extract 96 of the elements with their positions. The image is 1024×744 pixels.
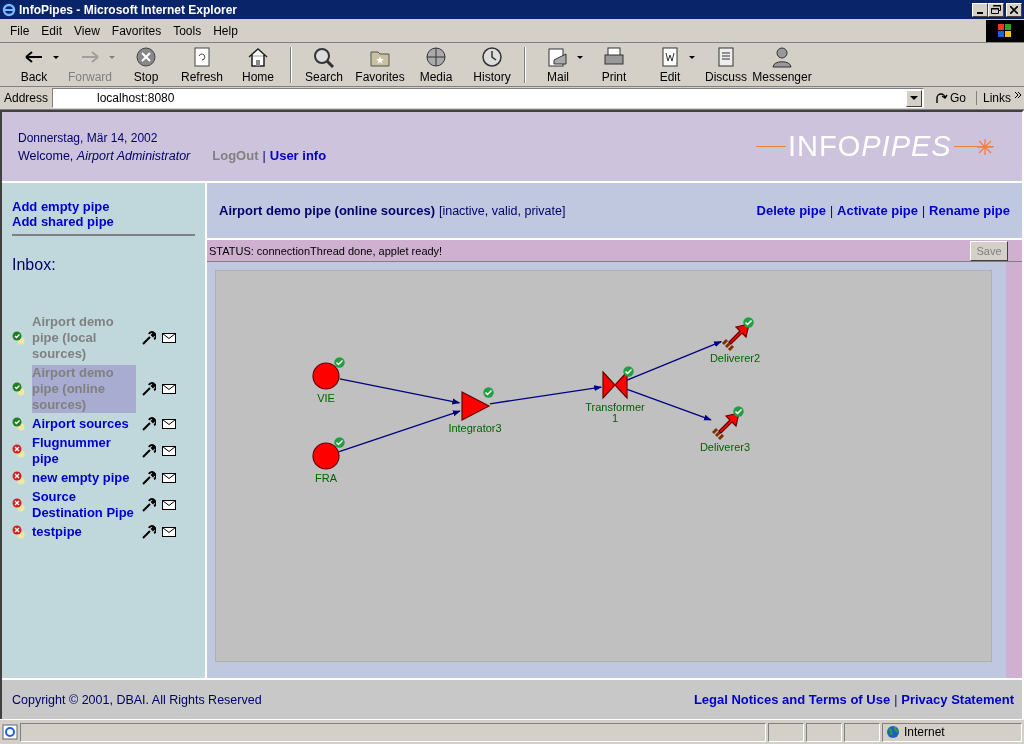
menu-item[interactable]: Favorites: [105, 23, 168, 38]
node-label: VIE: [316, 393, 336, 404]
status-pane: [806, 722, 842, 742]
dropdown-button[interactable]: [905, 89, 922, 107]
pipe-action-link[interactable]: Activate pipe: [837, 203, 918, 218]
envelope-icon[interactable]: [162, 333, 176, 343]
menu-item[interactable]: File: [4, 23, 36, 38]
envelope-icon[interactable]: [162, 500, 176, 510]
go-button[interactable]: Go: [927, 91, 972, 105]
printer-icon: [602, 45, 626, 68]
node-label: Deliverer3: [698, 442, 752, 453]
browser-logo-icon: [2, 2, 16, 17]
restore-icon: [991, 5, 1001, 14]
wrench-icon[interactable]: [142, 382, 156, 396]
wrench-icon[interactable]: [142, 525, 156, 539]
wrench-icon[interactable]: [142, 331, 156, 345]
copyright-text: Copyright © 2001, DBAI. All Rights Reserved: [12, 692, 262, 707]
envelope-icon[interactable]: [162, 419, 176, 429]
menu-item[interactable]: View: [68, 23, 106, 38]
node-label: Deliverer2: [708, 353, 762, 364]
windows-logo-icon: [986, 19, 1024, 42]
sidebar-link[interactable]: Add shared pipe: [12, 214, 195, 229]
search: [312, 45, 336, 68]
globe-icon: [424, 45, 448, 68]
menu-item[interactable]: Edit: [35, 23, 69, 38]
links-button[interactable]: Links: [976, 91, 1022, 105]
envelope-icon[interactable]: [162, 384, 176, 394]
address-label: Address: [4, 91, 49, 105]
toolbar-button[interactable]: Print: [586, 44, 642, 85]
menu-item[interactable]: Tools: [167, 23, 208, 38]
close-button[interactable]: [1006, 2, 1022, 17]
zone-text: Internet: [904, 725, 945, 739]
pipe-action-link[interactable]: Delete pipe: [756, 203, 826, 218]
globe-icon: [886, 725, 900, 739]
user-info-link[interactable]: User info: [269, 147, 327, 163]
separator-text: |: [829, 204, 834, 218]
address-field[interactable]: localhost:8080: [52, 88, 924, 108]
clock-icon: [480, 45, 504, 68]
caret-icon: [909, 95, 918, 101]
welcome-text: Welcome, Airport Administrator: [18, 148, 191, 163]
toolbar-button[interactable]: Discuss: [698, 44, 754, 85]
close-icon: [1010, 5, 1018, 14]
dropdown-caret-icon[interactable]: [576, 54, 584, 61]
pipe-action-link[interactable]: Rename pipe: [929, 203, 1010, 218]
window-title: InfoPipes - Microsoft Internet Explorer: [19, 2, 239, 17]
sidebar-link[interactable]: Add empty pipe: [12, 199, 195, 214]
toolbar-button[interactable]: History: [464, 44, 520, 85]
date-text: Donnerstag, Mär 14, 2002: [18, 130, 159, 145]
status-text: STATUS: connectionThread done, applet ready!: [209, 244, 444, 257]
person-icon: [770, 45, 794, 68]
menu-item[interactable]: Help: [207, 23, 244, 38]
footer-link[interactable]: Privacy Statement: [901, 692, 1014, 707]
status-pane: [844, 722, 880, 742]
toolbar-button[interactable]: Home: [230, 44, 286, 85]
dropdown-caret-icon[interactable]: [52, 54, 60, 61]
toolbar-button[interactable]: Edit: [642, 44, 698, 85]
star-icon: [976, 137, 994, 156]
separator-text: |: [921, 204, 926, 218]
envelope-icon[interactable]: [162, 446, 176, 456]
restore-button[interactable]: [988, 2, 1004, 17]
toolbar-button[interactable]: Stop: [118, 44, 174, 85]
wrench-icon[interactable]: [142, 444, 156, 458]
pipe-flags: [inactive, valid, private]: [438, 203, 566, 218]
chevron-icon: [1014, 91, 1022, 99]
toolbar-button[interactable]: Mail: [530, 44, 586, 85]
node-label: FRA: [314, 473, 338, 484]
pipe-link[interactable]: new empty pipe: [32, 470, 136, 486]
toolbar-button[interactable]: Media: [408, 44, 464, 85]
minimize-icon: [977, 11, 983, 14]
status-pane: [768, 722, 804, 742]
toolbar-button[interactable]: Messenger: [754, 44, 810, 85]
wrench-icon[interactable]: [142, 471, 156, 485]
toolbar-button[interactable]: Search: [296, 44, 352, 85]
triangle-node-icon[interactable]: [458, 390, 492, 422]
envelope-icon[interactable]: [162, 527, 176, 537]
separator-text: |: [894, 693, 898, 707]
envelope-icon[interactable]: [162, 473, 176, 483]
toolbar-button[interactable]: Refresh: [174, 44, 230, 85]
pipe-link[interactable]: Airport sources: [32, 416, 136, 432]
circle-node-icon[interactable]: [309, 440, 343, 472]
go-arrow-icon: [933, 91, 948, 105]
pipe-link[interactable]: testpipe: [32, 524, 136, 540]
separator-text: |: [262, 148, 266, 163]
toolbar-button[interactable]: Back: [6, 44, 62, 85]
wrench-icon[interactable]: [142, 498, 156, 512]
node-label: Integrator3: [447, 423, 503, 434]
mail-icon: [546, 45, 570, 68]
node-label: Transformer 1: [584, 402, 646, 424]
pipe-title: Airport demo pipe (online sources): [219, 203, 435, 218]
footer-link[interactable]: Legal Notices and Terms of Use: [693, 692, 891, 707]
minimize-button[interactable]: [972, 2, 988, 17]
wrench-icon[interactable]: [142, 417, 156, 431]
dropdown-caret-icon[interactable]: [688, 54, 696, 61]
inbox-heading: Inbox:: [12, 256, 57, 274]
toolbar-button[interactable]: Favorites: [352, 44, 408, 85]
circle-node-icon[interactable]: [309, 360, 343, 392]
